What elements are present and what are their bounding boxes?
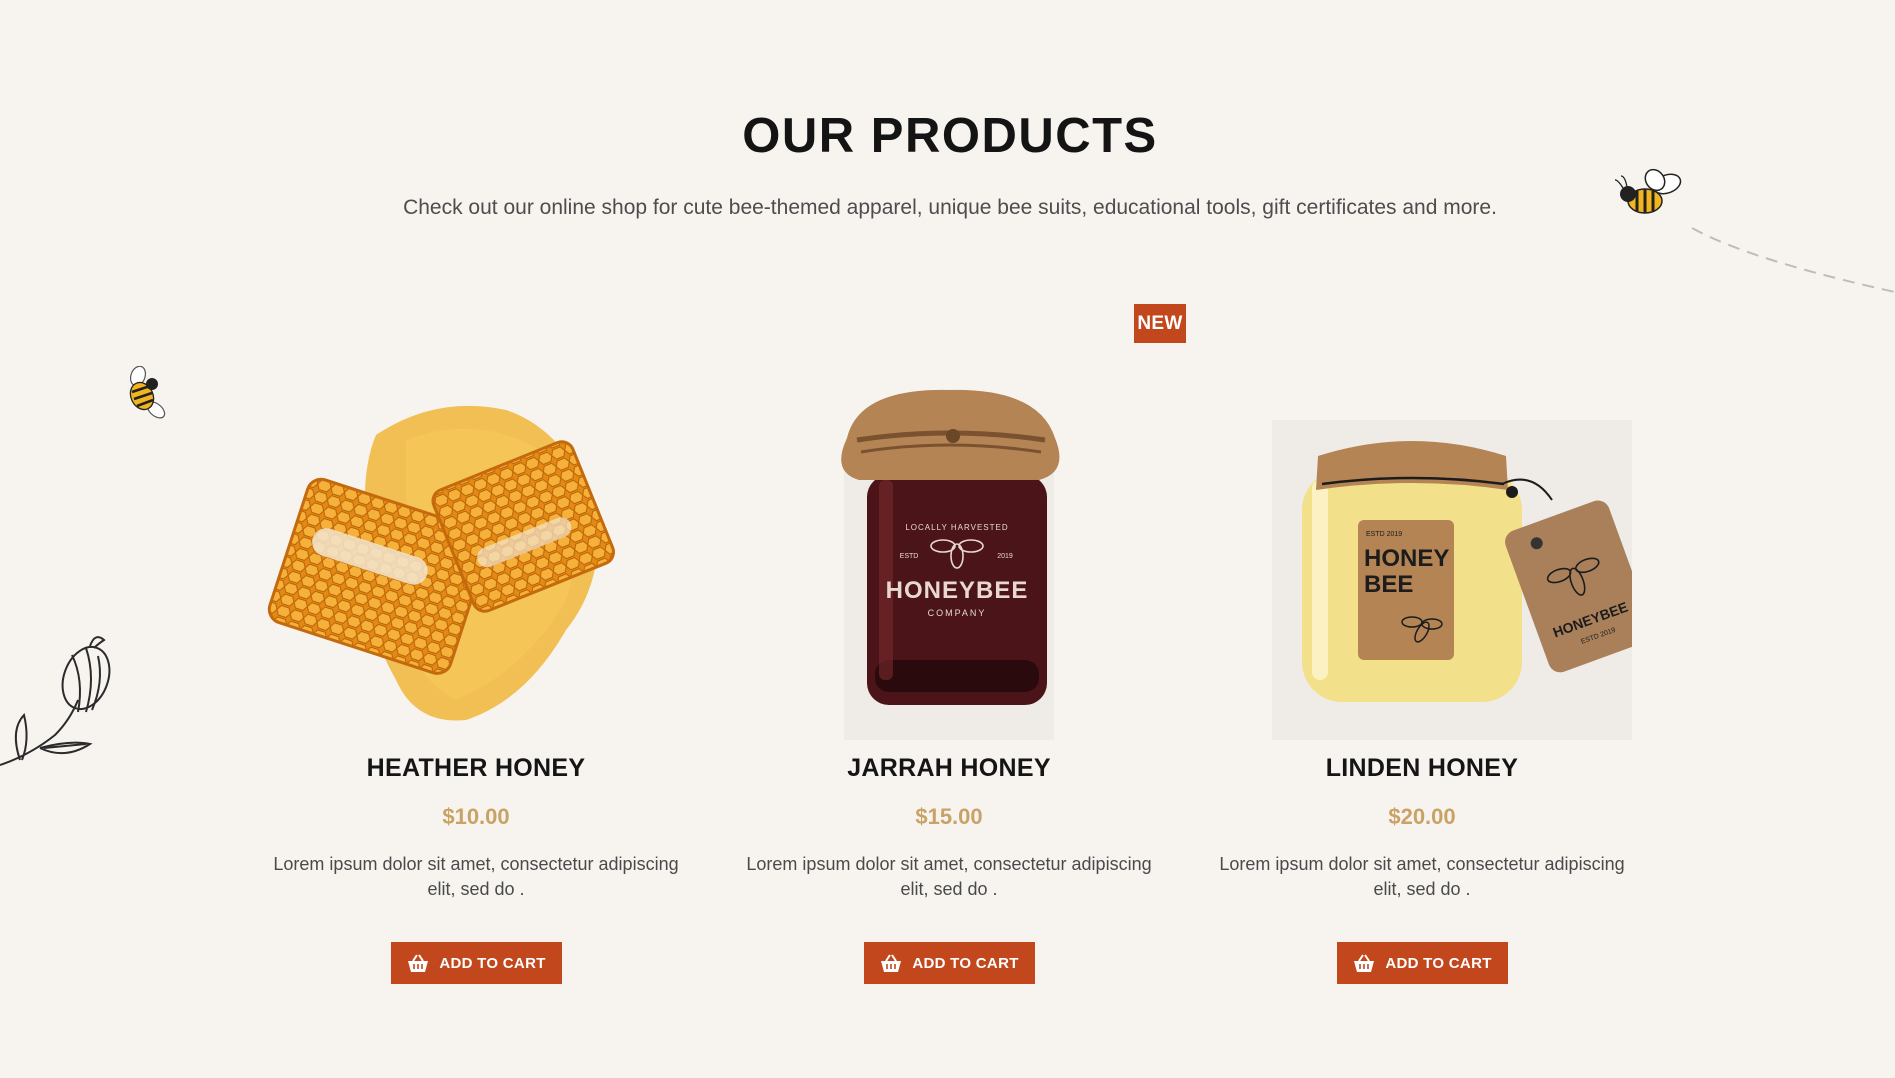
jar-label-estd: ESTD: [900, 553, 919, 560]
add-to-cart-button[interactable]: ADD TO CART: [1337, 942, 1508, 984]
jar-label-line2: BEE: [1364, 571, 1413, 598]
basket-icon: [408, 954, 429, 972]
product-card: HEATHER HONEY $10.00 Lorem ipsum dolor s…: [246, 380, 706, 1020]
product-description: Lorem ipsum dolor sit amet, consectetur …: [746, 854, 1152, 899]
bee-flight-path: [1691, 227, 1895, 293]
basket-icon: [881, 954, 902, 972]
flower-sketch-icon: [0, 636, 111, 766]
product-name[interactable]: LINDEN HONEY: [1192, 754, 1652, 783]
product-image-light-jar[interactable]: ESTD 2019 HONEY BEE HONEYBEE ESTD 2019: [1212, 380, 1632, 740]
bee-icon: [129, 366, 166, 419]
product-price: $20.00: [1388, 804, 1456, 829]
add-to-cart-label: ADD TO CART: [1385, 954, 1492, 972]
jar-label-line1: HONEY: [1364, 545, 1449, 572]
add-to-cart-button[interactable]: ADD TO CART: [864, 942, 1035, 984]
jar-label-arc: LOCALLY HARVESTED: [905, 523, 1008, 532]
product-card: ESTD 2019 HONEY BEE HONEYBEE ESTD 2019 L…: [1192, 380, 1652, 1020]
new-badge: NEW: [1134, 304, 1186, 343]
jar-label-estd: ESTD 2019: [1366, 531, 1402, 538]
add-to-cart-button[interactable]: ADD TO CART: [391, 942, 562, 984]
add-to-cart-label: ADD TO CART: [439, 954, 546, 972]
product-name[interactable]: JARRAH HONEY: [719, 754, 1179, 783]
jar-label-company: COMPANY: [928, 608, 987, 618]
products-section: OUR PRODUCTS Check out our online shop f…: [0, 0, 1895, 1078]
product-card: LOCALLY HARVESTED ESTD 2019 HONEYBEE COM…: [719, 380, 1179, 1020]
add-to-cart-label: ADD TO CART: [912, 954, 1019, 972]
section-subtitle: Check out our online shop for cute bee-t…: [403, 196, 1497, 219]
product-description: Lorem ipsum dolor sit amet, consectetur …: [1219, 854, 1625, 899]
basket-icon: [1354, 954, 1375, 972]
product-price: $15.00: [915, 804, 983, 829]
bee-icon: [1615, 168, 1682, 214]
section-title: OUR PRODUCTS: [742, 109, 1158, 163]
product-name[interactable]: HEATHER HONEY: [246, 754, 706, 783]
product-price: $10.00: [442, 804, 510, 829]
product-image-dark-jar[interactable]: LOCALLY HARVESTED ESTD 2019 HONEYBEE COM…: [739, 380, 1159, 740]
product-description: Lorem ipsum dolor sit amet, consectetur …: [273, 854, 679, 899]
product-image-honeycomb[interactable]: [266, 380, 686, 740]
jar-label-year: 2019: [997, 553, 1013, 560]
jar-label-brand: HONEYBEE: [886, 577, 1029, 604]
